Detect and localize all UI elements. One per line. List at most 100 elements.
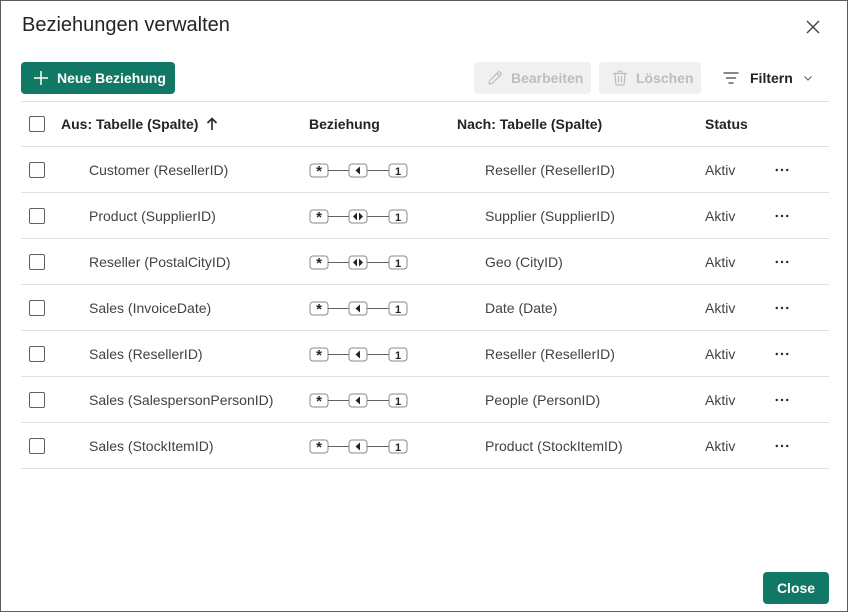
cardinality-icon: * 1 (309, 209, 408, 226)
more-options-button[interactable] (773, 239, 791, 284)
manage-relationships-dialog: Beziehungen verwalten Neue Beziehung Bea… (0, 0, 848, 612)
relationship-diagram: * 1 (309, 423, 409, 468)
many-cardinality-label: * (316, 347, 322, 364)
arrow-up-icon (207, 117, 218, 130)
table-row[interactable]: Product (SupplierID) * 1 Supplier (Supplier… (21, 193, 829, 239)
status-cell: Aktiv (705, 437, 736, 454)
status-cell: Aktiv (705, 207, 736, 224)
cardinality-icon: * 1 (309, 255, 408, 272)
from-column-cell: Customer (ResellerID) (89, 161, 229, 178)
cardinality-icon: * 1 (309, 439, 408, 456)
header-status: Status (705, 116, 748, 132)
more-options-button[interactable] (773, 193, 791, 238)
status-cell: Aktiv (705, 253, 736, 270)
table-row[interactable]: Sales (SalespersonPersonID) * 1 People (Per… (21, 377, 829, 423)
from-column-cell: Sales (StockItemID) (89, 437, 214, 454)
select-all-checkbox[interactable] (29, 116, 45, 132)
many-cardinality-label: * (316, 393, 322, 410)
from-column-cell: Reseller (PostalCityID) (89, 253, 231, 270)
many-cardinality-label: * (316, 255, 322, 272)
delete-button[interactable]: Löschen (599, 62, 701, 94)
relationship-diagram: * 1 (309, 331, 409, 376)
row-select-cell (29, 147, 45, 192)
table-header: Aus: Tabelle (Spalte) Beziehung Nach: Ta… (21, 101, 829, 147)
more-options-button[interactable] (773, 423, 791, 468)
cardinality-icon: * 1 (309, 347, 408, 364)
row-select-cell (29, 193, 45, 238)
status-cell: Aktiv (705, 161, 736, 178)
header-relationship: Beziehung (309, 116, 380, 132)
table-row[interactable]: Sales (StockItemID) * 1 Product (StockItemI… (21, 423, 829, 469)
one-cardinality-label: 1 (395, 442, 401, 454)
select-all-cell (29, 102, 45, 146)
close-button[interactable]: Close (763, 572, 829, 604)
more-horizontal-icon (775, 398, 789, 401)
row-checkbox[interactable] (29, 345, 45, 362)
more-horizontal-icon (775, 444, 789, 447)
close-icon[interactable] (803, 17, 823, 37)
to-column-cell: Geo (CityID) (485, 253, 563, 270)
header-from-label: Aus: Tabelle (Spalte) (61, 116, 199, 132)
new-relationship-button[interactable]: Neue Beziehung (21, 62, 175, 94)
delete-label: Löschen (636, 70, 694, 86)
filter-button[interactable]: Filtern (723, 67, 813, 89)
from-column-cell: Sales (SalespersonPersonID) (89, 391, 274, 408)
one-cardinality-label: 1 (395, 212, 401, 224)
edit-button[interactable]: Bearbeiten (474, 62, 591, 94)
relationship-diagram: * 1 (309, 285, 409, 330)
to-column-cell: Product (StockItemID) (485, 437, 623, 454)
new-relationship-label: Neue Beziehung (57, 70, 166, 86)
table-row[interactable]: Reseller (PostalCityID) * 1 Geo (CityID) Akt… (21, 239, 829, 285)
to-column-cell: Supplier (SupplierID) (485, 207, 615, 224)
pencil-icon (488, 71, 502, 85)
more-options-button[interactable] (773, 331, 791, 376)
table-row[interactable]: Sales (InvoiceDate) * 1 Date (Date) Aktiv (21, 285, 829, 331)
more-horizontal-icon (775, 168, 789, 171)
row-select-cell (29, 239, 45, 284)
more-horizontal-icon (775, 214, 789, 217)
header-to: Nach: Tabelle (Spalte) (457, 116, 603, 132)
from-column-cell: Sales (InvoiceDate) (89, 299, 212, 316)
relationship-diagram: * 1 (309, 147, 409, 192)
one-cardinality-label: 1 (395, 350, 401, 362)
row-checkbox[interactable] (29, 253, 45, 270)
filter-icon (723, 72, 739, 84)
from-column-cell: Sales (ResellerID) (89, 345, 203, 362)
more-horizontal-icon (775, 352, 789, 355)
to-column-cell: Date (Date) (485, 299, 558, 316)
table-body: Customer (ResellerID) * 1 Reseller (Reselle… (21, 147, 829, 469)
row-checkbox[interactable] (29, 391, 45, 408)
relationship-diagram: * 1 (309, 377, 409, 422)
to-column-cell: Reseller (ResellerID) (485, 161, 615, 178)
relationship-diagram: * 1 (309, 239, 409, 284)
cardinality-icon: * 1 (309, 393, 408, 410)
row-checkbox[interactable] (29, 207, 45, 224)
more-options-button[interactable] (773, 285, 791, 330)
plus-icon (34, 71, 48, 85)
to-column-cell: Reseller (ResellerID) (485, 345, 615, 362)
many-cardinality-label: * (316, 209, 322, 226)
more-horizontal-icon (775, 260, 789, 263)
more-options-button[interactable] (773, 147, 791, 192)
many-cardinality-label: * (316, 301, 322, 318)
row-checkbox[interactable] (29, 161, 45, 178)
more-options-button[interactable] (773, 377, 791, 422)
row-checkbox[interactable] (29, 437, 45, 454)
status-cell: Aktiv (705, 391, 736, 408)
row-select-cell (29, 331, 45, 376)
table-row[interactable]: Sales (ResellerID) * 1 Reseller (ResellerID… (21, 331, 829, 377)
row-checkbox[interactable] (29, 299, 45, 316)
cardinality-icon: * 1 (309, 301, 408, 318)
more-horizontal-icon (775, 306, 789, 309)
one-cardinality-label: 1 (395, 258, 401, 270)
one-cardinality-label: 1 (395, 166, 401, 178)
row-select-cell (29, 377, 45, 422)
header-from[interactable]: Aus: Tabelle (Spalte) (61, 102, 218, 146)
relationships-table: Aus: Tabelle (Spalte) Beziehung Nach: Ta… (21, 101, 829, 469)
status-cell: Aktiv (705, 345, 736, 362)
relationship-diagram: * 1 (309, 193, 409, 238)
table-row[interactable]: Customer (ResellerID) * 1 Reseller (Reselle… (21, 147, 829, 193)
dialog-title: Beziehungen verwalten (22, 14, 230, 36)
to-column-cell: People (PersonID) (485, 391, 601, 408)
chevron-down-icon (803, 76, 812, 81)
